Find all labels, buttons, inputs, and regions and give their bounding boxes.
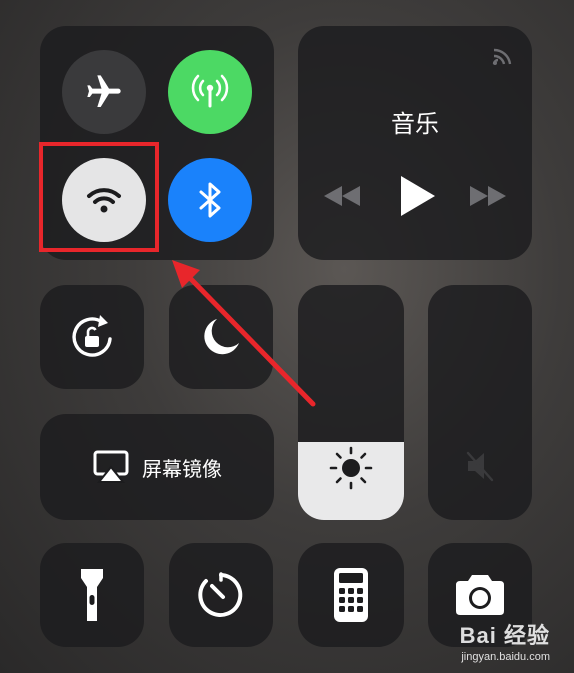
wifi-highlight-box — [39, 142, 159, 252]
music-panel[interactable]: 音乐 — [298, 26, 532, 260]
cellular-data-button[interactable] — [168, 50, 252, 134]
calculator-icon — [334, 568, 368, 622]
timer-icon — [198, 572, 243, 617]
watermark: Bai 经验 jingyan.baidu.com — [460, 618, 550, 663]
airplane-mode-button[interactable] — [62, 50, 146, 134]
camera-icon — [456, 575, 504, 615]
flashlight-icon — [81, 569, 103, 621]
watermark-brand: Bai 经验 — [459, 623, 550, 648]
music-title: 音乐 — [391, 110, 439, 138]
rewind-icon[interactable] — [322, 184, 362, 208]
antenna-icon — [191, 74, 229, 108]
play-icon[interactable] — [397, 174, 437, 218]
flashlight-button[interactable] — [40, 543, 144, 647]
mute-speaker-icon — [466, 451, 494, 482]
do-not-disturb-button[interactable] — [169, 285, 273, 389]
orientation-lock-icon — [72, 315, 112, 357]
sun-icon — [329, 446, 373, 490]
calculator-button[interactable] — [298, 543, 404, 647]
screen-mirroring-button[interactable]: 屏幕镜像 — [40, 414, 274, 520]
brightness-slider[interactable] — [298, 285, 404, 520]
timer-button[interactable] — [169, 543, 273, 647]
bluetooth-button[interactable] — [168, 158, 252, 242]
airplay-audio-icon[interactable] — [490, 42, 516, 68]
moon-icon — [204, 319, 239, 355]
volume-slider[interactable] — [428, 285, 532, 520]
orientation-lock-button[interactable] — [40, 285, 144, 389]
airplane-icon — [87, 75, 121, 107]
screen-mirroring-icon — [93, 450, 129, 483]
bluetooth-icon — [199, 182, 221, 218]
fast-forward-icon[interactable] — [468, 184, 508, 208]
watermark-url: jingyan.baidu.com — [461, 651, 550, 663]
screen-mirroring-label: 屏幕镜像 — [142, 456, 222, 481]
